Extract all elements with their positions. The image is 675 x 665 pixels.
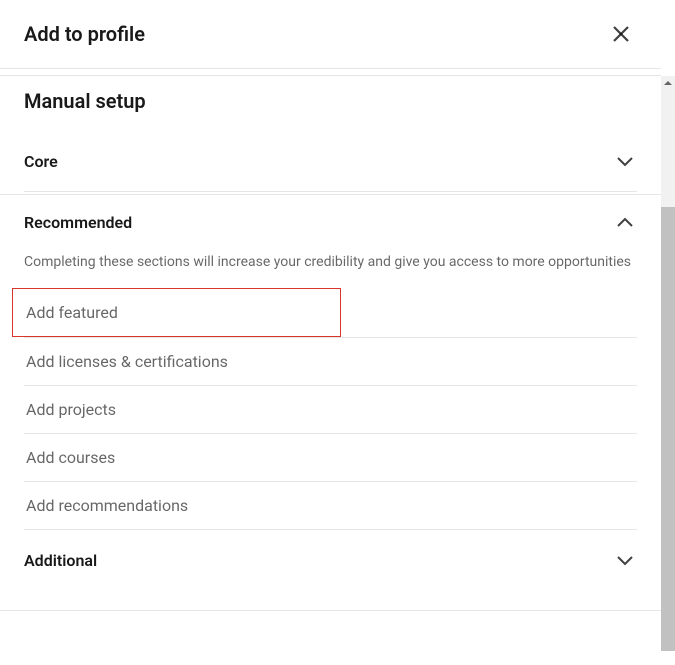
close-icon [609, 22, 633, 46]
section-additional: Additional [24, 529, 637, 590]
section-recommended-title: Recommended [24, 213, 132, 232]
modal-header: Add to profile [0, 0, 661, 69]
scrollbar-arrow-up-icon[interactable] [661, 76, 675, 90]
item-add-licenses[interactable]: Add licenses & certifications [24, 337, 637, 385]
close-button[interactable] [605, 18, 637, 50]
body-title: Manual setup [24, 69, 637, 131]
recommended-items-list: Add featured Add licenses & certificatio… [24, 288, 637, 529]
section-recommended-header[interactable]: Recommended [24, 192, 637, 252]
scrollbar-thumb[interactable] [661, 207, 675, 651]
chevron-down-icon [613, 149, 637, 173]
modal-body: Manual setup Core Recommended Completing… [0, 69, 661, 590]
item-add-courses[interactable]: Add courses [24, 433, 637, 481]
section-core-header[interactable]: Core [24, 131, 637, 191]
section-recommended-description: Completing these sections will increase … [24, 252, 637, 289]
section-additional-header[interactable]: Additional [24, 530, 637, 590]
chevron-up-icon [613, 210, 637, 234]
section-additional-title: Additional [24, 551, 97, 570]
section-recommended: Recommended Completing these sections wi… [24, 191, 637, 529]
modal-title: Add to profile [24, 22, 145, 46]
item-add-projects[interactable]: Add projects [24, 385, 637, 433]
add-to-profile-modal: Add to profile Manual setup Core Recomme… [0, 0, 661, 665]
item-add-recommendations[interactable]: Add recommendations [24, 481, 637, 529]
section-core-title: Core [24, 152, 58, 171]
section-core: Core [24, 131, 637, 191]
item-add-featured[interactable]: Add featured [12, 288, 341, 337]
chevron-down-icon [613, 548, 637, 572]
